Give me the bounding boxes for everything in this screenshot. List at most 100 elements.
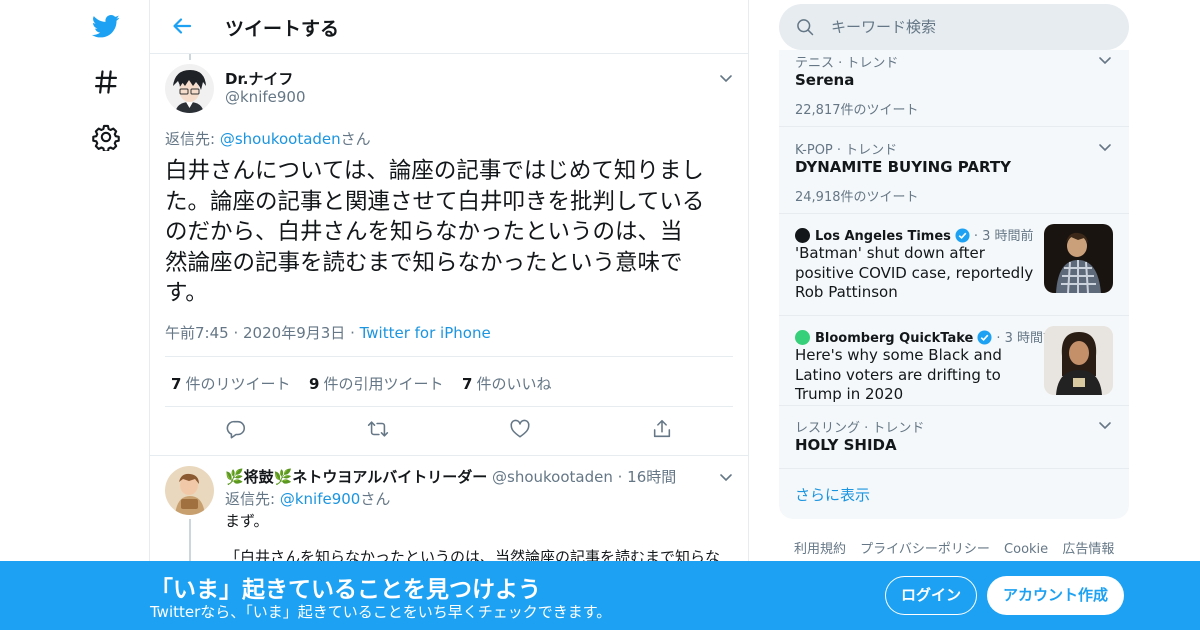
trend-name: HOLY SHIDA: [795, 436, 897, 454]
author-handle[interactable]: @knife900: [225, 88, 306, 106]
tweet-menu-chevron-icon[interactable]: [718, 70, 734, 86]
trend-name: Serena: [795, 71, 855, 89]
tweet-text: 白井さんについては、論座の記事ではじめて知りまし た。論座の記事と関連させて白井…: [165, 156, 735, 309]
tweet-text-line: た。論座の記事と関連させて白井叩きを批判している: [165, 188, 705, 215]
trends-panel: テニス · トレンド Serena 22,817件のツイート K-POP · ト…: [779, 50, 1129, 519]
reply-to-suffix: さん: [360, 490, 391, 508]
meta-separator: ·: [617, 468, 628, 486]
verified-badge-icon: [955, 228, 970, 243]
news-source-line: Los Angeles Times · 3 時間前: [795, 225, 1034, 244]
quotes-count: 9: [309, 375, 320, 393]
la-times-logo-icon: [795, 228, 810, 243]
main-tweet: Dr.ナイフ @knife900 返信先: @shoukootadenさん 白井…: [150, 54, 748, 456]
share-icon[interactable]: [651, 418, 673, 440]
tweet-meta: 午前7:45 · 2020年9月3日 · Twitter for iPhone: [165, 322, 491, 343]
reply-author-handle[interactable]: @shoukootaden: [492, 468, 613, 486]
news-item[interactable]: Los Angeles Times · 3 時間前 'Batman' shut d…: [779, 214, 1129, 316]
main-column: ツイートする Dr.ナイフ @knife900 返信先: @shoukootad…: [149, 0, 749, 630]
footer-link-privacy[interactable]: プライバシーポリシー: [860, 542, 990, 557]
reply-icon[interactable]: [225, 418, 247, 440]
quotes-label: 件の引用ツイート: [323, 375, 444, 393]
quotes-stat[interactable]: 9 件の引用ツイート: [309, 373, 443, 394]
tweet-time[interactable]: 午前7:45: [165, 324, 229, 342]
retweets-stat[interactable]: 7 件のリツイート: [171, 373, 290, 394]
trend-category: K-POP · トレンド: [795, 143, 898, 158]
reply-to-prefix: 返信先:: [225, 490, 280, 508]
reply-to-prefix: 返信先:: [165, 130, 220, 148]
trend-tweet-count: 22,817件のツイート: [795, 103, 919, 118]
tweet-text-line: 白井さんについては、論座の記事ではじめて知りまし: [165, 158, 704, 184]
news-headline: 'Batman' shut down after positive COVID …: [795, 244, 1034, 301]
news-headline: Here's why some Black and Latino voters …: [795, 346, 1002, 403]
trend-menu-chevron-icon[interactable]: [1097, 139, 1113, 155]
reply-to-line: 返信先: @knife900さん: [225, 488, 390, 509]
quicktake-logo-icon: [795, 330, 810, 345]
reply-to-link[interactable]: @knife900: [280, 490, 361, 508]
likes-label: 件のいいね: [476, 375, 552, 393]
reply-author-name[interactable]: 🌿将鼓🌿ネトウヨアルバイトリーダー: [225, 468, 487, 486]
trend-name: DYNAMITE BUYING PARTY: [795, 158, 1011, 176]
search-box[interactable]: [779, 4, 1129, 50]
trend-category: テニス · トレンド: [795, 56, 899, 71]
meta-separator: ·: [233, 324, 244, 342]
reply-to-line: 返信先: @shoukootadenさん: [165, 128, 371, 149]
news-source-name: Los Angeles Times: [815, 229, 951, 244]
hashtag-icon[interactable]: [92, 68, 120, 96]
back-arrow-icon[interactable]: [170, 14, 194, 38]
trend-menu-chevron-icon[interactable]: [1097, 52, 1113, 68]
footer-link-terms[interactable]: 利用規約: [794, 542, 846, 557]
reply-menu-chevron-icon[interactable]: [718, 469, 734, 485]
news-thumbnail[interactable]: [1044, 224, 1113, 293]
reply-tweet[interactable]: 🌿将鼓🌿ネトウヨアルバイトリーダー @shoukootaden · 16時間 返…: [150, 457, 748, 579]
signup-banner: 「いま」起きていることを見つけよう Twitterなら、「いま」起きていることを…: [0, 561, 1200, 630]
tweet-text-line: す。: [165, 280, 208, 306]
news-thumbnail[interactable]: [1044, 326, 1113, 395]
signup-button[interactable]: アカウント作成: [987, 576, 1124, 615]
show-more-link[interactable]: さらに表示: [795, 484, 870, 505]
search-input[interactable]: [829, 12, 1109, 42]
trend-category: レスリング · トレンド: [795, 421, 925, 436]
verified-badge-icon: [977, 330, 992, 345]
tweet-text-line: 然論座の記事を読むまで知らなかったという意味で: [165, 249, 683, 276]
news-source-line: Bloomberg QuickTake · 3 時間前: [795, 327, 1056, 346]
tweet-date[interactable]: 2020年9月3日: [243, 324, 345, 342]
news-sep: ·: [996, 331, 1005, 346]
footer-link-ads[interactable]: 広告情報: [1062, 542, 1114, 557]
footer-link-cookie[interactable]: Cookie: [1004, 542, 1048, 557]
tweet-source-link[interactable]: Twitter for iPhone: [360, 324, 491, 342]
reply-to-suffix: さん: [340, 130, 371, 148]
news-sep: ·: [973, 229, 983, 244]
login-button[interactable]: ログイン: [885, 576, 977, 615]
retweet-icon[interactable]: [367, 418, 389, 440]
retweets-count: 7: [171, 375, 182, 393]
reply-timestamp[interactable]: 16時間: [627, 468, 676, 486]
tweet-stats: 7 件のリツイート 9 件の引用ツイート 7 件のいいね: [165, 356, 733, 407]
trend-item[interactable]: K-POP · トレンド DYNAMITE BUYING PARTY 24,91…: [779, 127, 1129, 214]
reply-to-link[interactable]: @shoukootaden: [220, 130, 341, 148]
page-title: ツイートする: [225, 18, 340, 40]
meta-separator: ·: [350, 324, 360, 342]
footer-links: 利用規約 プライバシーポリシー Cookie 広告情報: [794, 538, 1124, 557]
likes-count: 7: [462, 375, 473, 393]
reply-text-line: まず。: [225, 512, 269, 530]
trend-item[interactable]: レスリング · トレンド HOLY SHIDA: [779, 406, 1129, 469]
reply-author-avatar[interactable]: [165, 466, 214, 515]
banner-subtitle: Twitterなら、「いま」起きていることをいち早くチェックできます。: [150, 603, 612, 621]
like-heart-icon[interactable]: [509, 418, 531, 440]
author-name[interactable]: Dr.ナイフ: [225, 68, 293, 89]
twitter-logo-icon[interactable]: [92, 12, 120, 40]
page-header: ツイートする: [150, 0, 748, 54]
tweet-text-line: のだから、白井さんを知らなかったというのは、当: [165, 219, 683, 245]
author-avatar[interactable]: [165, 64, 214, 113]
retweets-label: 件のリツイート: [185, 375, 291, 393]
news-item[interactable]: Bloomberg QuickTake · 3 時間前 Here's why so…: [779, 316, 1129, 406]
trend-menu-chevron-icon[interactable]: [1097, 417, 1113, 433]
reply-header: 🌿将鼓🌿ネトウヨアルバイトリーダー @shoukootaden · 16時間: [225, 466, 676, 487]
trend-item[interactable]: テニス · トレンド Serena 22,817件のツイート: [779, 50, 1129, 127]
search-icon: [797, 19, 814, 36]
banner-title: 「いま」起きていることを見つけよう: [150, 577, 541, 603]
news-time: 3 時間前: [982, 229, 1034, 244]
news-source-name: Bloomberg QuickTake: [815, 331, 974, 346]
settings-gear-icon[interactable]: [92, 123, 120, 151]
likes-stat[interactable]: 7 件のいいね: [462, 373, 551, 394]
